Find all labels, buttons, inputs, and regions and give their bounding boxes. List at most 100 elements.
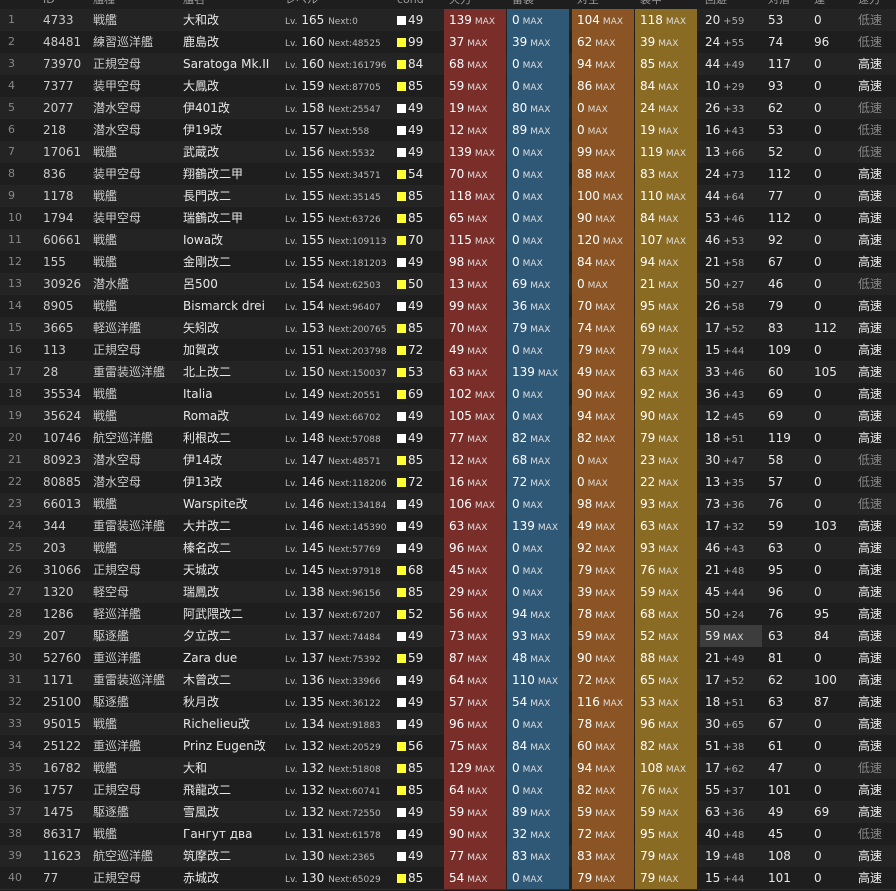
- table-row[interactable]: 37 1475 駆逐艦 雪風改 Lv. 132 Next:72550 49 59 MAX 89 M…: [0, 801, 896, 824]
- table-row[interactable]: 7 17061 戦艦 武蔵改 Lv. 156 Next:5532 49 139 MAX 0 MAX…: [0, 141, 896, 164]
- evasion-value: 26: [705, 299, 721, 313]
- table-row[interactable]: 25 203 戦艦 榛名改二 Lv. 145 Next:57769 49 96 MAX 0 MAX…: [0, 537, 896, 560]
- condition-square-icon: [397, 302, 406, 311]
- header-speed[interactable]: 速力: [858, 0, 880, 8]
- table-row[interactable]: 32 25100 駆逐艦 秋月改 Lv. 135 Next:36122 49 57 MAX 54…: [0, 691, 896, 714]
- antiair-value: 79: [577, 871, 593, 885]
- table-row[interactable]: 30 52760 重巡洋艦 Zara due Lv. 137 Next:75392 59 8…: [0, 647, 896, 670]
- condition-value: 85: [408, 871, 424, 885]
- evasion-cell: 46 +43: [700, 537, 762, 559]
- max-label: MAX: [467, 545, 488, 555]
- table-row[interactable]: 12 155 戦艦 金剛改二 Lv. 155 Next:181203 49 98 MAX 0 MA…: [0, 251, 896, 274]
- table-row[interactable]: 6 218 潜水空母 伊19改 Lv. 157 Next:558 49 12 MAX 89 MAX…: [0, 119, 896, 142]
- condition-value: 85: [408, 321, 424, 335]
- table-row[interactable]: 21 80923 潜水空母 伊14改 Lv. 147 Next:48571 85 12 MAX…: [0, 449, 896, 472]
- table-row[interactable]: 10 1794 装甲空母 瑞鶴改二甲 Lv. 155 Next:63726 85 65 MAX…: [0, 207, 896, 230]
- table-row[interactable]: 29 207 駆逐艦 夕立改二 Lv. 137 Next:74484 49 73 MAX 93 M…: [0, 625, 896, 648]
- row-number: 11: [8, 233, 22, 246]
- table-row[interactable]: 15 3665 軽巡洋艦 矢矧改 Lv. 153 Next:200765 85 70 MAX 7…: [0, 317, 896, 340]
- table-row[interactable]: 35 16782 戦艦 大和 Lv. 132 Next:51808 85 129 MAX 0 MA…: [0, 757, 896, 780]
- table-row[interactable]: 5 2077 潜水空母 伊401改 Lv. 158 Next:25547 49 19 MAX 8…: [0, 97, 896, 120]
- header-level[interactable]: レベル: [285, 0, 318, 8]
- table-row[interactable]: 36 1757 正規空母 飛龍改二 Lv. 132 Next:60741 85 64 MAX 0…: [0, 779, 896, 802]
- armor-value: 69: [640, 321, 656, 335]
- speed-value: 高速: [858, 79, 883, 93]
- firepower-cell: 49 MAX: [444, 339, 506, 361]
- table-row[interactable]: 16 113 正規空母 加賀改 Lv. 151 Next:203798 72 49 MAX 0 M…: [0, 339, 896, 362]
- condition-square-icon: [397, 698, 406, 707]
- next-prefix: Next:: [328, 501, 353, 511]
- ship-type: 正規空母: [93, 563, 142, 577]
- ship-level: Lv. 155 Next:34571: [285, 163, 395, 185]
- table-row[interactable]: 26 31066 正規空母 天城改 Lv. 145 Next:97918 68 45 MAX 0…: [0, 559, 896, 582]
- header-asw[interactable]: 対潜: [768, 0, 790, 8]
- luck-value: 0: [814, 563, 822, 577]
- next-prefix: Next:: [328, 743, 353, 753]
- header-luck[interactable]: 運: [814, 0, 825, 8]
- ship-name: 大和: [183, 761, 208, 775]
- header-type[interactable]: 艦種: [93, 0, 115, 8]
- max-label: MAX: [537, 677, 558, 687]
- ship-type: 重巡洋艦: [93, 651, 142, 665]
- antiair-value: 72: [577, 827, 593, 841]
- evasion-cell: 17 +32: [700, 515, 762, 537]
- table-row[interactable]: 8 836 装甲空母 翔鶴改二甲 Lv. 155 Next:34571 54 70 MAX 0 M…: [0, 163, 896, 186]
- table-row[interactable]: 38 86317 戦艦 Гангут два Lv. 131 Next:61578 49 9…: [0, 823, 896, 846]
- antiair-value: 62: [577, 35, 593, 49]
- table-row[interactable]: 2 48481 練習巡洋艦 鹿島改 Lv. 160 Next:48525 99 37 MAX 3…: [0, 31, 896, 54]
- table-row[interactable]: 39 11623 航空巡洋艦 筑摩改二 Lv. 130 Next:2365 49 77 MAX…: [0, 845, 896, 868]
- table-row[interactable]: 24 344 重雷装巡洋艦 大井改二 Lv. 146 Next:145390 49 63 MA…: [0, 515, 896, 538]
- table-row[interactable]: 22 80885 潜水空母 伊13改 Lv. 146 Next:118206 72 16 MA…: [0, 471, 896, 494]
- header-firepower[interactable]: 火力: [449, 0, 471, 8]
- table-row[interactable]: 17 28 重雷装巡洋艦 北上改二 Lv. 150 Next:150037 53 63 MAX…: [0, 361, 896, 384]
- firepower-value: 87: [449, 651, 465, 665]
- armor-value: 76: [640, 563, 656, 577]
- table-row[interactable]: 31 1171 重雷装巡洋艦 木曾改二 Lv. 136 Next:33966 49 64 MA…: [0, 669, 896, 692]
- table-row[interactable]: 34 25122 重巡洋艦 Prinz Eugen改 Lv. 132 Next:2052…: [0, 735, 896, 758]
- table-row[interactable]: 28 1286 軽巡洋艦 阿武隈改二 Lv. 137 Next:67207 52 56 MAX…: [0, 603, 896, 626]
- table-row[interactable]: 11 60661 戦艦 Iowa改 Lv. 155 Next:109113 70 115 MA…: [0, 229, 896, 252]
- table-row[interactable]: 18 35534 戦艦 Italia Lv. 149 Next:20551 69 102 MA…: [0, 383, 896, 406]
- torpedo-value: 0: [512, 343, 520, 357]
- next-exp-value: 109113: [352, 237, 387, 247]
- condition: 49: [397, 537, 443, 559]
- header-torpedo[interactable]: 雷装: [512, 0, 534, 8]
- level-value: 151: [301, 343, 325, 357]
- torpedo-value: 139: [512, 519, 535, 533]
- armor-cell: 79 MAX: [635, 867, 697, 889]
- ship-level: Lv. 150 Next:150037: [285, 361, 395, 383]
- max-label: MAX: [665, 193, 686, 203]
- condition: 99: [397, 31, 443, 53]
- ship-name: Saratoga Mk.II: [183, 57, 270, 71]
- table-row[interactable]: 33 95015 戦艦 Richelieu改 Lv. 134 Next:91883 49 9…: [0, 713, 896, 736]
- max-label: MAX: [467, 457, 488, 467]
- evasion-remaining: +66: [723, 148, 745, 159]
- row-number: 12: [8, 255, 22, 268]
- firepower-value: 73: [449, 629, 465, 643]
- table-row[interactable]: 1 4733 戦艦 大和改 Lv. 165 Next:0 49 139 MAX 0 MAX 104 M…: [0, 9, 896, 32]
- table-row[interactable]: 40 77 正規空母 赤城改 Lv. 130 Next:65029 85 54 MAX 0 MAX…: [0, 867, 896, 890]
- header-name[interactable]: 艦名: [183, 0, 205, 8]
- table-row[interactable]: 9 1178 戦艦 長門改二 Lv. 155 Next:35145 85 118 MAX 0 MA…: [0, 185, 896, 208]
- level-prefix: Lv.: [285, 347, 298, 357]
- max-label: MAX: [530, 479, 551, 489]
- table-row[interactable]: 27 1320 軽空母 瑞鳳改 Lv. 138 Next:96156 85 29 MAX 0 MA…: [0, 581, 896, 604]
- armor-cell: 59 MAX: [635, 581, 697, 603]
- evasion-remaining: +46: [723, 214, 745, 225]
- condition-square-icon: [397, 610, 406, 619]
- table-row[interactable]: 3 73970 正規空母 Saratoga Mk.II Lv. 160 Next:161…: [0, 53, 896, 76]
- header-antiair[interactable]: 対空: [577, 0, 599, 8]
- header-id[interactable]: ID: [43, 0, 55, 8]
- max-label: MAX: [587, 281, 608, 291]
- header-cond[interactable]: cond: [397, 0, 424, 8]
- table-row[interactable]: 4 7377 装甲空母 大鳳改 Lv. 159 Next:87705 85 59 MAX 0 MA…: [0, 75, 896, 98]
- max-label: MAX: [530, 831, 551, 841]
- header-armor[interactable]: 装甲: [640, 0, 662, 8]
- next-exp-value: 36122: [352, 699, 381, 709]
- header-evasion[interactable]: 回避: [705, 0, 727, 8]
- table-row[interactable]: 23 66013 戦艦 Warspite改 Lv. 146 Next:134184 49 1…: [0, 493, 896, 516]
- table-row[interactable]: 19 35624 戦艦 Roma改 Lv. 149 Next:66702 49 105 MAX…: [0, 405, 896, 428]
- table-row[interactable]: 20 10746 航空巡洋艦 利根改二 Lv. 148 Next:57088 49 77 MA…: [0, 427, 896, 450]
- table-row[interactable]: 14 8905 戦艦 Bismarck drei Lv. 154 Next:96407 4…: [0, 295, 896, 318]
- table-row[interactable]: 13 30926 潜水艦 呂500 Lv. 154 Next:62503 50 13 MAX 6…: [0, 273, 896, 296]
